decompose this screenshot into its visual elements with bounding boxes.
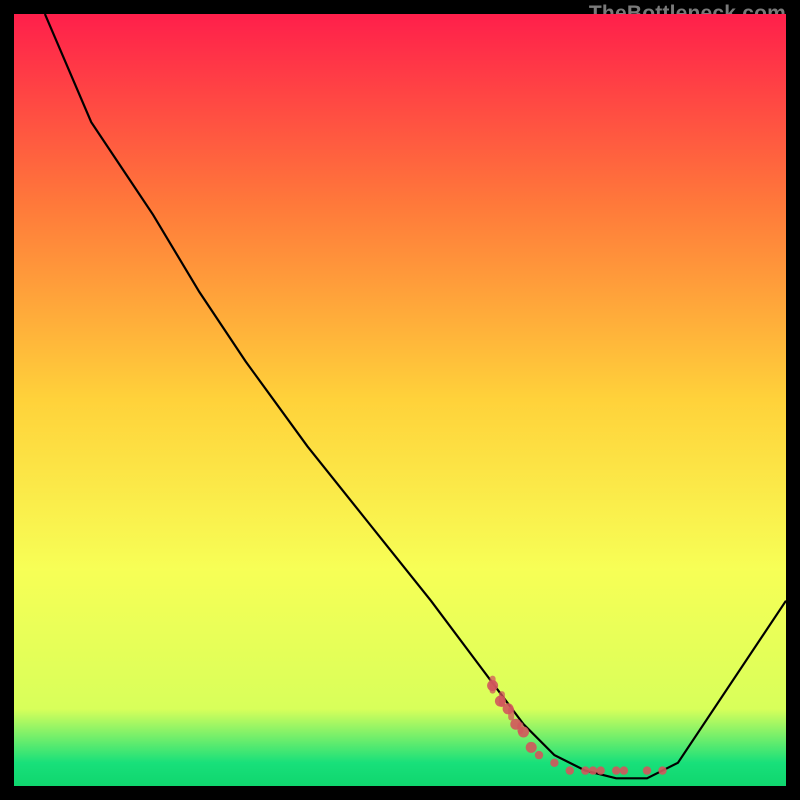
dot <box>535 751 543 759</box>
bottleneck-chart <box>14 14 786 786</box>
chart-frame: TheBottleneck.com <box>14 14 786 786</box>
gradient-background <box>14 14 786 786</box>
smear-mark <box>517 722 523 734</box>
dot <box>620 766 628 774</box>
dot <box>550 759 558 767</box>
dot <box>658 766 666 774</box>
smear-mark <box>499 691 505 707</box>
dot <box>526 742 537 753</box>
dot <box>581 766 589 774</box>
dot <box>589 766 597 774</box>
dot <box>643 766 651 774</box>
dot <box>612 766 620 774</box>
smear-mark <box>508 707 514 721</box>
smear-mark <box>490 676 496 694</box>
dot <box>566 766 574 774</box>
dot <box>597 766 605 774</box>
